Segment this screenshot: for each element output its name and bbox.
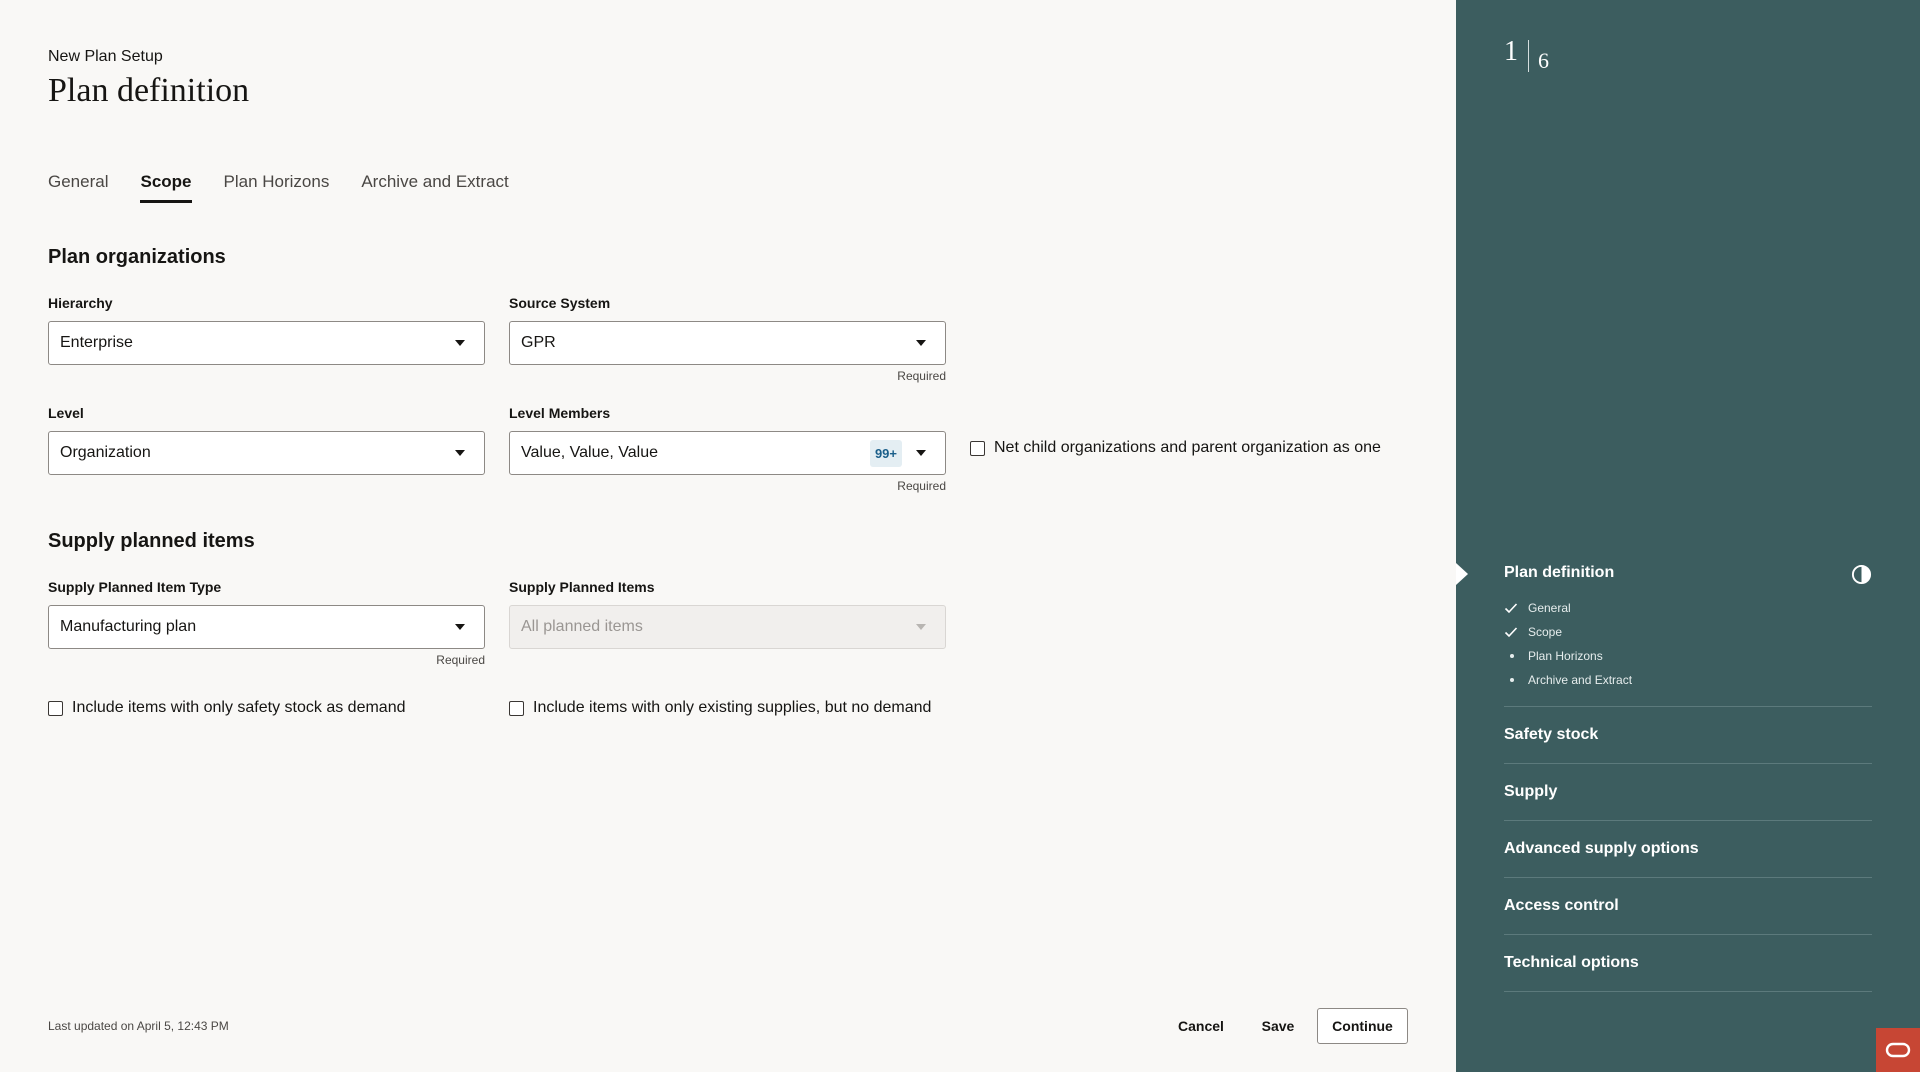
step-safety-stock[interactable]: Safety stock [1504, 726, 1872, 764]
level-members-required: Required [897, 479, 946, 493]
step-technical-options[interactable]: Technical options [1504, 954, 1872, 992]
chevron-down-icon [916, 450, 926, 456]
step-title: Safety stock [1504, 726, 1599, 743]
sub-step-scope[interactable]: Scope [1504, 620, 1872, 644]
sub-step-plan-horizons[interactable]: Plan Horizons [1504, 644, 1872, 668]
sub-step-label: Plan Horizons [1528, 649, 1603, 663]
step-title: Advanced supply options [1504, 840, 1699, 857]
step-access-control[interactable]: Access control [1504, 897, 1872, 935]
current-step-number: 1 [1504, 36, 1518, 67]
check-icon [1504, 627, 1518, 638]
level-label: Level [48, 405, 84, 421]
check-icon [1504, 603, 1518, 614]
step-counter-divider [1528, 40, 1529, 72]
level-members-value: Value, Value, Value [521, 444, 658, 461]
tab-scope[interactable]: Scope [140, 172, 192, 203]
source-system-field: Source System GPR Required [509, 295, 946, 383]
source-system-label: Source System [509, 295, 611, 311]
existing-supplies-checkbox[interactable]: Include items with only existing supplie… [509, 699, 931, 717]
page-title: Plan definition [48, 72, 250, 109]
plan-organizations-heading: Plan organizations [48, 246, 226, 268]
level-members-select[interactable]: Value, Value, Value 99+ [509, 431, 946, 475]
sub-step-list: General Scope Plan Horizons Archive and … [1504, 596, 1872, 692]
step-supply[interactable]: Supply [1504, 783, 1872, 821]
level-members-label: Level Members [509, 405, 611, 421]
step-title: Supply [1504, 783, 1558, 800]
level-members-field: Level Members Value, Value, Value 99+ Re… [509, 405, 946, 493]
count-badge: 99+ [869, 439, 902, 467]
chevron-down-icon [916, 624, 926, 630]
step-advanced-supply-options[interactable]: Advanced supply options [1504, 840, 1872, 878]
item-type-select[interactable]: Manufacturing plan [48, 605, 485, 649]
safety-stock-checkbox[interactable]: Include items with only safety stock as … [48, 699, 406, 717]
chevron-down-icon [455, 624, 465, 630]
level-field: Level Organization [48, 405, 485, 475]
supply-planned-items-select: All planned items [509, 605, 946, 649]
supply-planned-items-field: Supply Planned Items All planned items [509, 579, 946, 649]
item-type-label: Supply Planned Item Type [48, 579, 222, 595]
hierarchy-field: Hierarchy Enterprise [48, 295, 485, 365]
checkbox-box[interactable] [970, 440, 985, 456]
level-select[interactable]: Organization [48, 431, 485, 475]
net-child-checkbox[interactable]: Net child organizations and parent organ… [970, 439, 1381, 457]
sub-step-label: Scope [1528, 625, 1563, 639]
current-step-indicator-icon [1456, 563, 1468, 585]
tab-plan-horizons[interactable]: Plan Horizons [224, 172, 330, 203]
hierarchy-select[interactable]: Enterprise [48, 321, 485, 365]
hierarchy-value: Enterprise [60, 334, 133, 351]
sub-step-label: Archive and Extract [1528, 673, 1633, 687]
supply-planned-items-label: Supply Planned Items [509, 579, 655, 595]
total-steps-number: 6 [1538, 48, 1549, 73]
item-type-required: Required [436, 653, 485, 667]
main-content: New Plan Setup Plan definition General S… [0, 0, 1456, 1072]
supply-planned-items-placeholder: All planned items [521, 618, 643, 635]
last-updated-text: Last updated on April 5, 12:43 PM [48, 1019, 229, 1033]
bullet-icon [1510, 678, 1514, 682]
chevron-down-icon [916, 340, 926, 346]
cancel-button[interactable]: Cancel [1168, 1008, 1234, 1044]
step-title: Plan definition [1504, 564, 1615, 581]
step-plan-definition[interactable]: Plan definition General Scope Plan Horiz… [1504, 564, 1872, 707]
tab-bar: General Scope Plan Horizons Archive and … [48, 172, 509, 203]
checkbox-box[interactable] [509, 700, 524, 716]
item-type-field: Supply Planned Item Type Manufacturing p… [48, 579, 485, 667]
checkbox-box[interactable] [48, 700, 63, 716]
item-type-value: Manufacturing plan [60, 618, 197, 635]
net-child-checkbox-label: Net child organizations and parent organ… [994, 439, 1381, 456]
source-system-required: Required [897, 369, 946, 383]
save-button[interactable]: Save [1250, 1008, 1306, 1044]
source-system-value: GPR [521, 334, 556, 351]
bullet-icon [1510, 654, 1514, 658]
chevron-down-icon [455, 340, 465, 346]
oracle-logo-icon [1885, 1042, 1911, 1058]
level-value: Organization [60, 444, 151, 461]
safety-stock-checkbox-label: Include items with only safety stock as … [72, 699, 406, 716]
chevron-down-icon [455, 450, 465, 456]
progress-side-panel: 1 6 Plan definition General Scope Plan H… [1456, 0, 1920, 1072]
tab-general[interactable]: General [48, 172, 108, 203]
step-counter: 1 6 [1504, 38, 1549, 74]
tab-archive-and-extract[interactable]: Archive and Extract [361, 172, 508, 203]
sub-step-archive-and-extract[interactable]: Archive and Extract [1504, 668, 1872, 692]
supply-planned-items-heading: Supply planned items [48, 530, 255, 552]
contrast-icon [1851, 564, 1872, 585]
step-title: Access control [1504, 897, 1619, 914]
continue-button[interactable]: Continue [1317, 1008, 1408, 1044]
hierarchy-label: Hierarchy [48, 295, 113, 311]
oracle-assistant-button[interactable] [1876, 1028, 1920, 1072]
existing-supplies-checkbox-label: Include items with only existing supplie… [533, 699, 932, 716]
sub-step-label: General [1528, 601, 1571, 615]
sub-step-general[interactable]: General [1504, 596, 1872, 620]
source-system-select[interactable]: GPR [509, 321, 946, 365]
page-subtitle: New Plan Setup [48, 48, 163, 65]
step-title: Technical options [1504, 954, 1639, 971]
